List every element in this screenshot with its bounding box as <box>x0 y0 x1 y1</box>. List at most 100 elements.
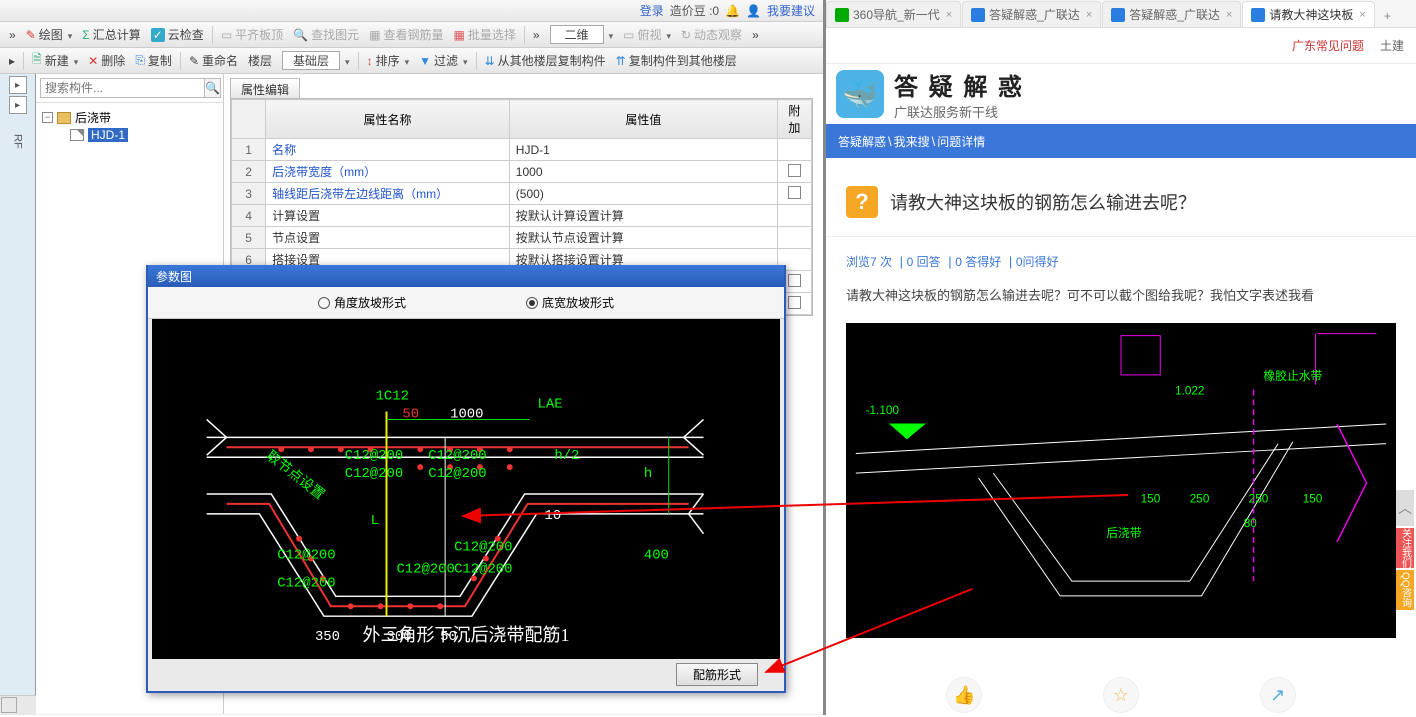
header-extra: 附加 <box>777 100 811 139</box>
float-buttons: ︿ 关注我们 QQ咨询 <box>1396 490 1414 612</box>
collapse-icon[interactable]: ▸ <box>4 52 20 70</box>
cloudcheck-button[interactable]: ✓云检查 <box>146 24 209 45</box>
svg-text:400: 400 <box>644 548 669 564</box>
attr-checkbox[interactable] <box>777 183 811 205</box>
delete-button[interactable]: ✕删除 <box>83 50 130 71</box>
tab[interactable]: 答疑解惑_广联达× <box>962 1 1101 27</box>
attr-checkbox[interactable] <box>777 205 811 227</box>
tab-active[interactable]: 请教大神这块板× <box>1242 1 1374 27</box>
favicon <box>1251 8 1265 22</box>
user-icon[interactable]: 👤 <box>746 4 761 18</box>
attr-value[interactable]: 按默认节点设置计算 <box>509 227 777 249</box>
attr-name: 轴线距后浇带左边线距离（mm） <box>266 183 510 205</box>
table-row[interactable]: 3轴线距后浇带左边线距离（mm）(500) <box>232 183 812 205</box>
header-rownum <box>232 100 266 139</box>
copyfrom-button[interactable]: ⇊从其他楼层复制构件 <box>480 50 611 71</box>
copyto-button[interactable]: ⇈复制构件到其他楼层 <box>611 50 742 71</box>
sumcalc-button[interactable]: Σ汇总计算 <box>77 24 145 45</box>
nav-c[interactable]: 问题详情 <box>937 133 985 150</box>
batchsel-button[interactable]: ▦批量选择 <box>449 24 521 45</box>
tree-toggle-icon[interactable]: − <box>42 112 53 123</box>
new-button[interactable]: 🗎新建 <box>27 48 83 73</box>
topview-button[interactable]: ▭俯视 <box>618 24 676 45</box>
more2-icon[interactable]: » <box>747 26 764 44</box>
guangdong-link[interactable]: 广东常见问题 <box>1292 37 1364 54</box>
scroll-top-button[interactable]: ︿ <box>1396 490 1414 526</box>
sort-button[interactable]: ↕排序 <box>362 50 415 71</box>
qq-button[interactable]: QQ咨询 <box>1396 570 1414 610</box>
svg-text:C12@200: C12@200 <box>396 561 454 577</box>
attr-value[interactable]: (500) <box>509 183 777 205</box>
strip-btn-1[interactable]: ▸ <box>9 76 27 94</box>
tab-add-button[interactable]: + <box>1376 5 1399 27</box>
suggest-link[interactable]: 我要建议 <box>767 2 815 19</box>
svg-text:C12@200: C12@200 <box>454 540 512 556</box>
svg-text:C12@200: C12@200 <box>277 575 335 591</box>
baselayer-select[interactable]: 基础层 <box>277 49 355 72</box>
bell-icon[interactable]: 🔔 <box>725 4 740 18</box>
share-button[interactable]: ↗ <box>1260 677 1296 713</box>
tab[interactable]: 360导航_新一代× <box>826 1 961 27</box>
question-image: 橡胶止水带 -1.100 1.022 150 250 250 150 <box>846 323 1396 638</box>
tujian-link[interactable]: 土建 <box>1380 37 1404 54</box>
meta-good: 0 答得好 <box>955 255 1001 269</box>
tree-child-node[interactable]: HJD-1 <box>42 128 217 142</box>
search-input[interactable] <box>40 78 205 98</box>
tab-label: 答疑解惑_广联达 <box>1129 6 1220 23</box>
rebar-shape-button[interactable]: 配筋形式 <box>676 663 758 686</box>
header-name: 属性名称 <box>266 100 510 139</box>
findelem-button[interactable]: 🔍查找图元 <box>288 24 364 45</box>
nav-b[interactable]: 我来搜 <box>894 133 930 150</box>
svg-text:C12@200: C12@200 <box>277 548 335 564</box>
close-icon[interactable]: × <box>1226 9 1232 21</box>
table-row[interactable]: 1名称HJD-1 <box>232 139 812 161</box>
rename-button[interactable]: ✎重命名 <box>184 50 243 71</box>
svg-text:1.022: 1.022 <box>1175 384 1204 397</box>
tab[interactable]: 答疑解惑_广联达 × <box>1102 1 1241 27</box>
meta-qgood: 0问得好 <box>1016 255 1059 269</box>
like-button[interactable]: 👍 <box>946 677 982 713</box>
close-icon[interactable]: × <box>946 9 952 21</box>
attr-checkbox[interactable] <box>777 139 811 161</box>
brand-bar: 🐳 答 疑 解 惑 广联达服务新干线 <box>826 64 1416 124</box>
attribute-tab[interactable]: 属性编辑 <box>230 78 300 100</box>
draw-button[interactable]: ✎绘图 <box>21 24 78 45</box>
attr-checkbox[interactable] <box>777 227 811 249</box>
table-row[interactable]: 2后浇带宽度（mm）1000 <box>232 161 812 183</box>
table-row[interactable]: 5节点设置按默认节点设置计算 <box>232 227 812 249</box>
svg-text:10: 10 <box>545 508 562 524</box>
breadcrumb-bar: 答疑解惑 \ 我来搜 \ 问题详情 <box>826 124 1416 158</box>
close-icon[interactable]: × <box>1086 9 1092 21</box>
copy-button[interactable]: ⎘复制 <box>130 50 177 71</box>
dim-select[interactable]: 二维 <box>545 23 619 46</box>
dynview-button[interactable]: ↻动态观察 <box>676 24 747 45</box>
attr-value[interactable]: HJD-1 <box>509 139 777 161</box>
login-link[interactable]: 登录 <box>640 2 664 19</box>
attr-value[interactable]: 1000 <box>509 161 777 183</box>
tree-root-node[interactable]: − 后浇带 <box>42 107 217 128</box>
table-row[interactable]: 4计算设置按默认计算设置计算 <box>232 205 812 227</box>
radio-width[interactable]: 底宽放坡形式 <box>526 294 614 311</box>
fav-button[interactable]: ☆ <box>1103 677 1139 713</box>
attr-value[interactable]: 按默认计算设置计算 <box>509 205 777 227</box>
svg-text:1000: 1000 <box>450 406 483 422</box>
attr-checkbox[interactable] <box>777 161 811 183</box>
top-header: 登录 造价豆 :0 🔔 👤 我要建议 <box>0 0 823 22</box>
expand-icon[interactable]: » <box>4 26 21 44</box>
filter-button[interactable]: ▼过滤 <box>414 50 472 71</box>
close-icon[interactable]: × <box>1359 9 1365 21</box>
radio-angle[interactable]: 角度放坡形式 <box>318 294 406 311</box>
diagram-area: 1C12 50 1000 LAE h/2 h 10 400 L C12@200 … <box>152 319 780 659</box>
follow-button[interactable]: 关注我们 <box>1396 528 1414 568</box>
svg-text:h/2: h/2 <box>554 448 579 464</box>
attr-name: 后浇带宽度（mm） <box>266 161 510 183</box>
status-icon[interactable] <box>1 697 17 713</box>
search-button[interactable]: 🔍 <box>205 78 221 98</box>
more-icon[interactable]: » <box>528 26 545 44</box>
svg-text:L: L <box>371 513 379 529</box>
row-num: 3 <box>232 183 266 205</box>
strip-btn-2[interactable]: ▸ <box>9 96 27 114</box>
nav-a[interactable]: 答疑解惑 <box>838 133 886 150</box>
dialog-title: 参数图 <box>148 265 784 287</box>
viewrebar-button[interactable]: ▦查看钢筋量 <box>364 24 448 45</box>
